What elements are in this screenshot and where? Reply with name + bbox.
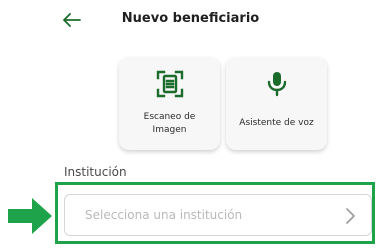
voice-assistant-button[interactable]: Asistente de voz — [226, 57, 327, 150]
input-method-options: Escaneo de Imagen Asistente de voz — [119, 57, 327, 150]
image-scan-button[interactable]: Escaneo de Imagen — [119, 57, 220, 150]
chevron-right-icon — [346, 208, 355, 224]
institution-label: Institución — [64, 165, 127, 179]
voice-assistant-label: Asistente de voz — [239, 118, 314, 128]
image-scan-label: Escaneo de Imagen — [143, 112, 196, 135]
document-scan-icon — [153, 67, 187, 101]
microphone-icon — [260, 67, 294, 101]
institution-select[interactable]: Selecciona una institución — [64, 194, 372, 236]
top-bar: Nuevo beneficiario — [0, 0, 381, 44]
page-title: Nuevo beneficiario — [121, 11, 260, 26]
institution-select-placeholder: Selecciona una institución — [85, 208, 243, 222]
arrow-right-indicator-icon — [8, 198, 52, 234]
